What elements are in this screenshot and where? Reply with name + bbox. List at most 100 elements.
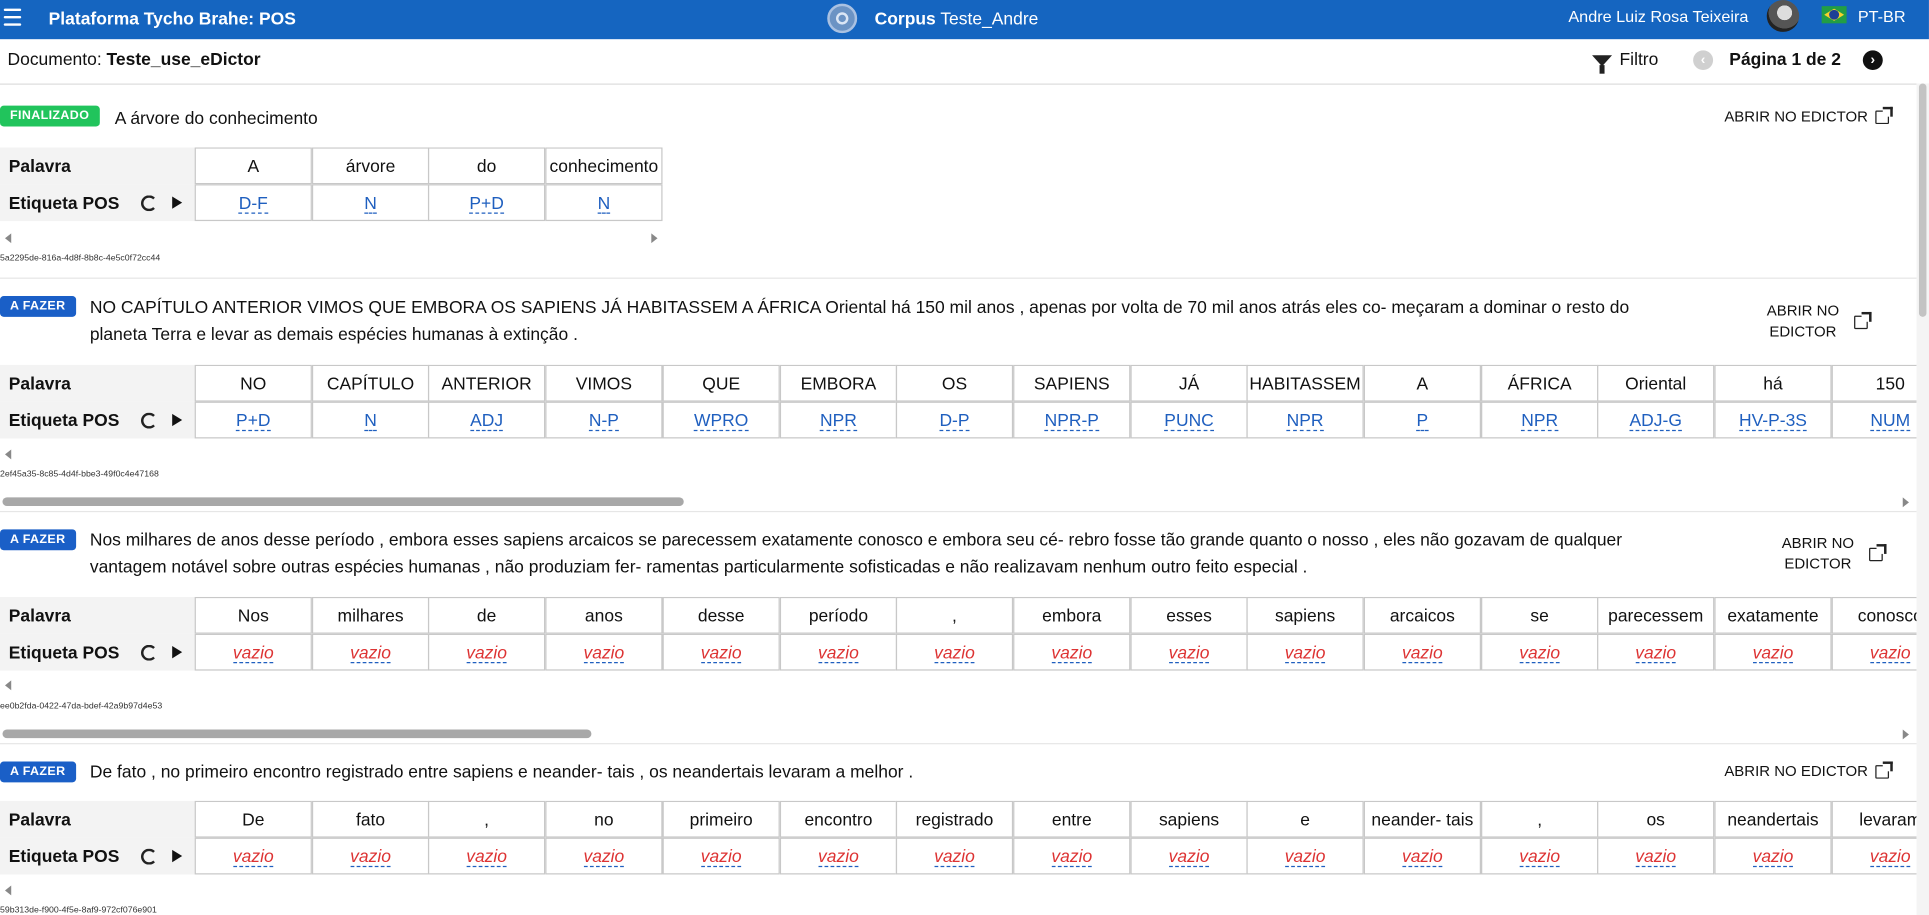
pos-tag[interactable]: vazio [350, 846, 391, 868]
scroll-right-arrow[interactable] [1902, 729, 1909, 740]
horizontal-scroll-thumb[interactable] [2, 729, 592, 739]
horizontal-scrollbar[interactable] [0, 727, 1916, 739]
pos-tag[interactable]: N-P [588, 410, 619, 432]
pos-tag[interactable]: HV-P-3S [1739, 410, 1807, 432]
pos-tag[interactable]: vazio [934, 846, 975, 868]
pos-tag[interactable]: vazio [232, 846, 274, 868]
pos-tag[interactable]: ADJ [470, 410, 504, 432]
pos-tag[interactable]: vazio [1401, 846, 1443, 868]
vertical-scroll-thumb[interactable] [1918, 83, 1927, 317]
word-row-label: Palavra [0, 800, 195, 838]
word-cell: QUE [662, 364, 780, 402]
sentence-text: A árvore do conhecimento [114, 108, 318, 128]
brazil-flag-icon[interactable] [1821, 6, 1847, 24]
undo-icon[interactable] [140, 644, 158, 661]
horizontal-scrollbar[interactable] [0, 495, 1916, 507]
open-in-edictor-button[interactable]: ABRIR NO EDICTOR [1759, 301, 1872, 343]
pos-tag[interactable]: P [1416, 410, 1429, 432]
pos-tag[interactable]: vazio [1752, 642, 1794, 664]
hamburger-menu-icon[interactable] [2, 4, 22, 31]
word-cell: SAPIENS [1013, 364, 1131, 402]
pos-tag[interactable]: NPR [1521, 410, 1559, 432]
sentence-card: A FAZER De fato , no primeiro encontro r… [0, 758, 1917, 915]
pos-tag[interactable]: N [364, 193, 377, 214]
pos-tag[interactable]: vazio [1869, 642, 1911, 664]
play-icon[interactable] [172, 646, 183, 659]
scroll-left-arrow[interactable] [4, 449, 12, 460]
tag-cell: vazio [1481, 837, 1599, 875]
vertical-scrollbar[interactable] [1916, 83, 1929, 915]
pos-tag[interactable]: PUNC [1164, 410, 1214, 432]
tag-cell: N [311, 184, 430, 222]
pos-tag[interactable]: vazio [1168, 642, 1210, 664]
pos-tag[interactable]: vazio [700, 642, 742, 664]
undo-icon[interactable] [140, 848, 158, 865]
next-page-button[interactable]: › [1862, 50, 1883, 71]
pos-tag[interactable]: vazio [583, 642, 625, 664]
pos-tag[interactable]: vazio [934, 642, 975, 664]
undo-icon[interactable] [140, 412, 158, 429]
pos-tag[interactable]: N [364, 410, 377, 432]
pos-tag[interactable]: vazio [1284, 846, 1326, 868]
pos-tag[interactable]: ADJ-G [1629, 410, 1682, 432]
word-cell: encontro [779, 800, 898, 838]
pos-tag[interactable]: NPR-P [1044, 410, 1099, 432]
play-icon[interactable] [172, 849, 183, 863]
tag-cell: vazio [779, 633, 898, 671]
pos-tag[interactable]: vazio [1869, 846, 1911, 868]
pos-tag[interactable]: vazio [1635, 846, 1677, 868]
pos-tag[interactable]: vazio [700, 846, 742, 868]
open-in-edictor-button[interactable]: ABRIR NO EDICTOR [1724, 760, 1893, 780]
pos-tag[interactable]: vazio [1519, 642, 1561, 664]
play-icon[interactable] [172, 196, 183, 209]
pos-tag[interactable]: vazio [1168, 846, 1210, 868]
pos-tag[interactable]: P+D [236, 410, 271, 432]
open-in-edictor-button[interactable]: ABRIR NO EDICTOR [1774, 533, 1887, 575]
language-selector[interactable]: PT-BR [1858, 7, 1906, 25]
sentence-card: FINALIZADO A árvore do conhecimento ABRI… [0, 98, 1916, 276]
tag-cell: vazio [1246, 837, 1364, 875]
document-toolbar: Documento: Teste_use_eDictor Filtro ‹ Pá… [0, 39, 1929, 85]
pos-tag[interactable]: vazio [818, 642, 859, 664]
pos-tag[interactable]: D-F [238, 193, 268, 214]
tag-cell: NPR [779, 401, 898, 439]
filter-button[interactable]: Filtro [1592, 49, 1658, 74]
pos-tag[interactable]: NPR [1286, 410, 1324, 432]
scroll-left-arrow[interactable] [4, 885, 12, 896]
avatar[interactable] [1766, 0, 1800, 32]
tag-cell: vazio [194, 633, 312, 671]
open-in-edictor-button[interactable]: ABRIR NO EDICTOR [1724, 106, 1893, 125]
pos-tag[interactable]: vazio [1401, 642, 1443, 664]
pos-tag[interactable]: D-P [939, 410, 970, 432]
pos-tag[interactable]: vazio [350, 642, 391, 664]
horizontal-scroll-thumb[interactable] [2, 497, 684, 507]
pos-tag[interactable]: WPRO [693, 410, 749, 432]
pos-tag[interactable]: vazio [466, 642, 507, 664]
pos-tag[interactable]: N [597, 193, 611, 214]
pos-tag[interactable]: P+D [469, 193, 504, 214]
scroll-left-arrow[interactable] [4, 233, 12, 244]
pos-tag[interactable]: vazio [1051, 846, 1093, 868]
play-icon[interactable] [172, 413, 183, 427]
pos-tag[interactable]: vazio [1752, 846, 1794, 868]
pos-tag[interactable]: vazio [1519, 846, 1561, 868]
word-row-label: Palavra [0, 147, 195, 185]
pos-tag[interactable]: vazio [583, 846, 625, 868]
scroll-right-arrow[interactable] [1902, 497, 1909, 508]
undo-icon[interactable] [140, 195, 158, 212]
scroll-right-arrow[interactable] [651, 233, 658, 244]
pos-tag[interactable]: NUM [1870, 410, 1911, 432]
pos-tag[interactable]: vazio [1635, 642, 1677, 664]
pos-tag[interactable]: NPR [820, 410, 857, 432]
pos-tag[interactable]: vazio [1051, 642, 1093, 664]
pos-tag[interactable]: vazio [1284, 642, 1326, 664]
pos-tag[interactable]: vazio [818, 846, 859, 868]
sentence-id: 5a2295de-816a-4d8f-8b8c-4e5c0f72cc44 [0, 254, 161, 263]
user-name[interactable]: Andre Luiz Rosa Teixeira [1568, 7, 1748, 25]
scroll-left-arrow[interactable] [4, 680, 12, 691]
word-cell: OS [895, 364, 1014, 402]
word-cell: fato [311, 800, 430, 838]
previous-page-button[interactable]: ‹ [1693, 50, 1714, 71]
pos-tag[interactable]: vazio [232, 642, 274, 664]
pos-tag[interactable]: vazio [466, 846, 507, 868]
